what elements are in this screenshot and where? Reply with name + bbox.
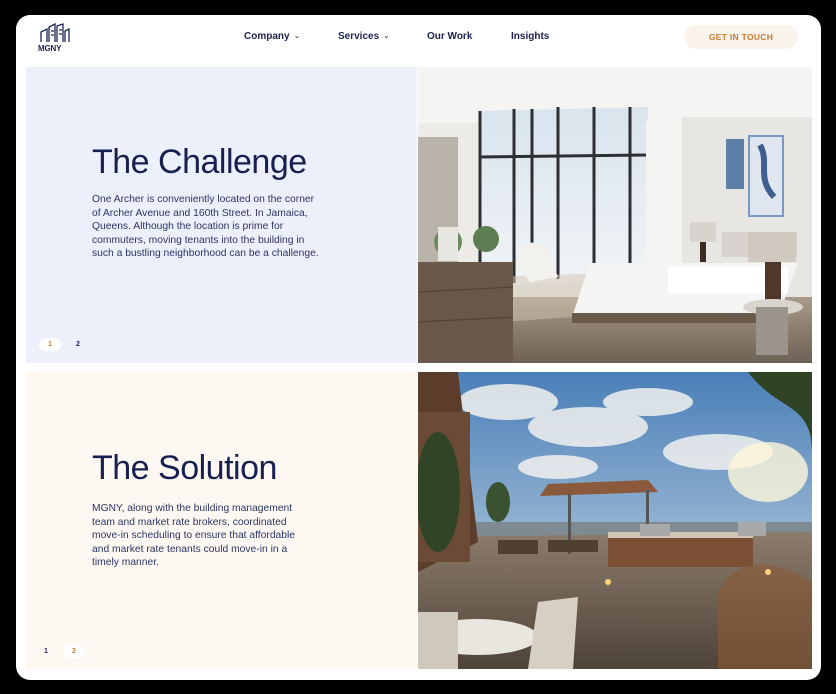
section-title: The Challenge — [92, 143, 307, 181]
page-frame: MGNY Company ⌄ Services ⌄ Our Work Insig… — [16, 15, 821, 680]
section-title: The Solution — [92, 449, 277, 487]
challenge-section: The Challenge One Archer is conveniently… — [26, 67, 417, 363]
pager-item-1[interactable]: 1 — [35, 645, 57, 658]
slide-pager: 1 2 — [35, 645, 85, 658]
slide-pager: 1 2 — [39, 338, 89, 351]
nav-company-label: Company — [244, 31, 290, 42]
rooftop-image — [418, 372, 812, 669]
pager-item-2[interactable]: 2 — [63, 645, 85, 658]
nav-insights-label: Insights — [511, 31, 550, 42]
section-body: One Archer is conveniently located on th… — [92, 194, 319, 260]
solution-section: The Solution MGNY, along with the buildi… — [26, 372, 417, 669]
section-body: MGNY, along with the building management… — [92, 503, 296, 569]
pager-item-1[interactable]: 1 — [39, 338, 61, 351]
nav-our-work-label: Our Work — [427, 31, 473, 42]
nav-our-work[interactable]: Our Work — [427, 31, 472, 42]
chevron-down-icon: ⌄ — [293, 31, 301, 40]
nav-services-label: Services — [338, 31, 380, 42]
pager-item-2[interactable]: 2 — [67, 338, 89, 351]
get-in-touch-button[interactable]: GET IN TOUCH — [684, 25, 798, 49]
nav-insights[interactable]: Insights — [511, 31, 549, 42]
bedroom-image — [418, 67, 812, 363]
nav-company[interactable]: Company ⌄ — [244, 31, 300, 42]
site-header: MGNY Company ⌄ Services ⌄ Our Work Insig… — [16, 15, 821, 65]
nav-services[interactable]: Services ⌄ — [338, 31, 390, 42]
chevron-down-icon: ⌄ — [383, 31, 390, 40]
logo-text: MGNY — [38, 44, 62, 53]
